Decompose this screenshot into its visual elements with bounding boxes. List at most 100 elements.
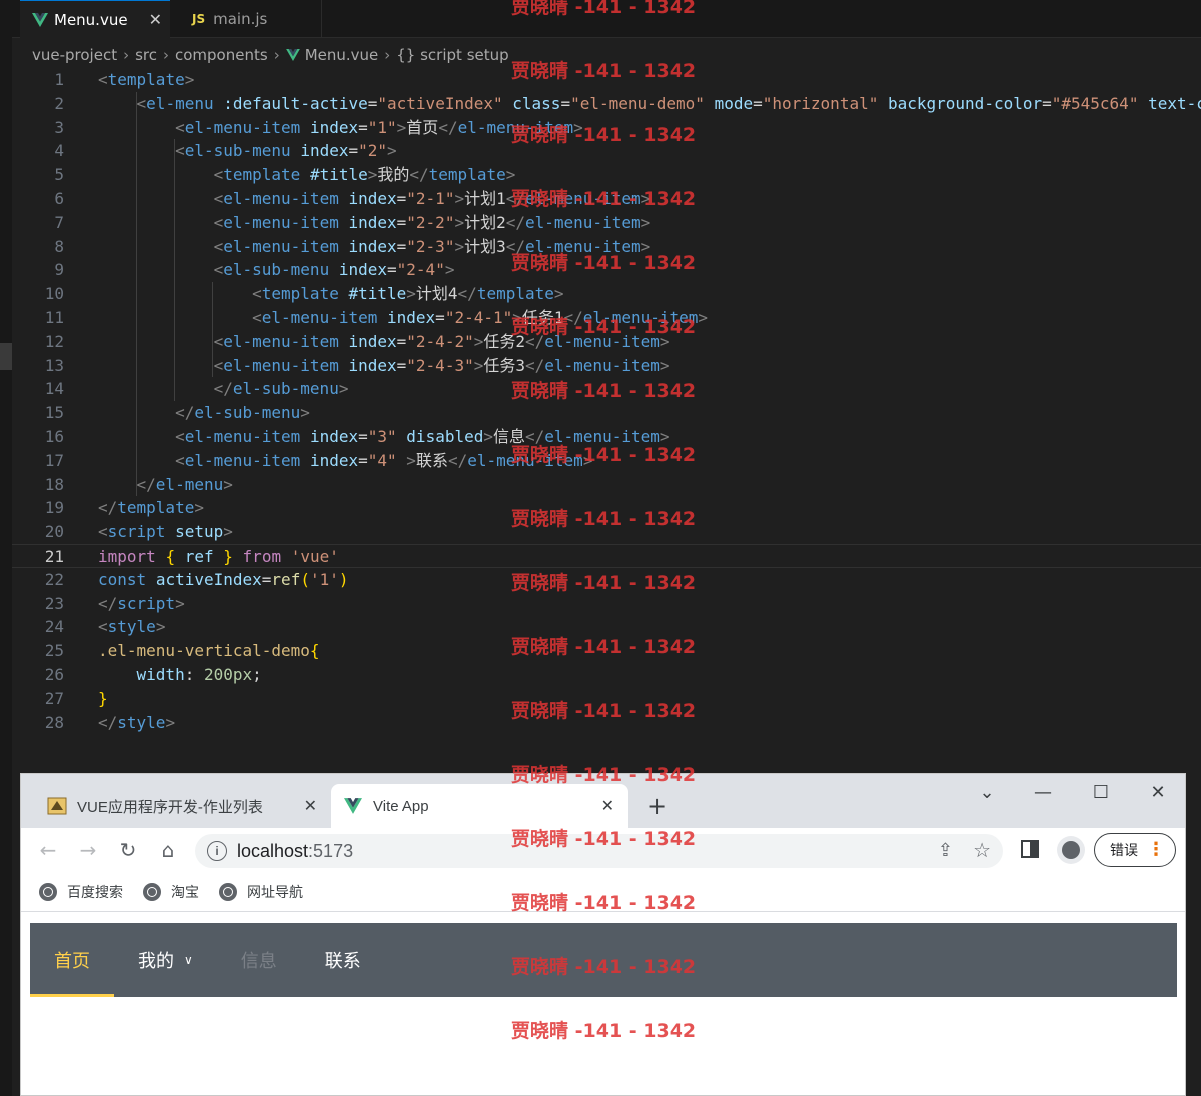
scroll-marker [0,343,12,370]
code-line[interactable]: 27} [12,687,1201,711]
minimize-icon[interactable]: — [1023,782,1063,803]
code-line[interactable]: 22 const activeIndex=ref('1') [12,568,1201,592]
url-host: localhost [237,840,309,861]
code-line[interactable]: 24 <style> [12,615,1201,639]
code-token: </ [213,379,233,399]
code-token: el-menu-item [525,189,641,208]
code-line[interactable]: 13 <el-menu-item index="2-4-3">任务3</el-m… [12,354,1201,378]
line-number: 7 [54,212,64,232]
line-text: <el-menu-item index="4" >联系</el-menu-ite… [98,449,592,473]
code-line[interactable]: 25 .el-menu-vertical-demo{ [12,639,1201,663]
tab-label: main.js [213,10,268,28]
code-line[interactable]: 26 width: 200px; [12,663,1201,687]
forward-arrow-icon[interactable]: → [73,836,103,864]
menu-item-home[interactable]: 首页 [30,923,114,997]
code-token: index [309,427,359,446]
code-line[interactable]: 17 <el-menu-item index="4" >联系</el-menu-… [12,449,1201,473]
profile-avatar-icon[interactable] [1057,836,1085,864]
code-line[interactable]: 8 <el-menu-item index="2-3">计划3</el-menu… [12,235,1201,259]
error-button[interactable]: 错误 ⋮ [1094,833,1176,867]
code-line[interactable]: 5 <template #title>我的</template> [12,163,1201,187]
breadcrumb-item[interactable]: vue-project [32,46,117,64]
breadcrumb-item[interactable]: src [135,46,157,64]
code-line[interactable]: 23 </script> [12,592,1201,616]
bookmark-baidu[interactable]: 百度搜索 [39,882,123,902]
side-panel-icon[interactable] [1021,840,1039,858]
code-token: ref [184,547,214,566]
chevron-right-icon: › [384,46,391,64]
code-line[interactable]: 6 <el-menu-item index="2-1">计划1</el-menu… [12,187,1201,211]
new-tab-plus-icon[interactable]: + [647,792,667,820]
code-line[interactable]: 20 <script setup> [12,520,1201,544]
home-icon[interactable]: ⌂ [153,836,183,864]
chevron-right-icon: › [163,46,169,64]
close-icon[interactable]: ✕ [601,796,614,816]
tab-search-chevron-icon[interactable]: ⌄ [967,782,1007,803]
breadcrumb-item[interactable]: Menu.vue [305,46,379,64]
code-token: el-menu-item [525,212,641,232]
browser-window: VUE应用程序开发-作业列表 ✕ Vite App ✕ + ⌄ — ☐ ✕ ← … [20,773,1186,1096]
code-token: "2-2" [406,212,455,232]
code-token: > [194,498,204,518]
more-menu-icon[interactable]: ⋮ [1147,841,1165,859]
code-line[interactable]: 19 </template> [12,496,1201,520]
code-token: template [261,284,339,304]
code-token: el-sub-menu [223,260,330,280]
code-token: : [184,665,204,684]
close-icon[interactable]: ✕ [304,796,317,816]
code-line[interactable]: 12 <el-menu-item index="2-4-2">任务2</el-m… [12,330,1201,354]
code-token: el-menu [155,474,224,494]
breadcrumb-item[interactable]: components [175,46,268,64]
code-token: "2-1" [406,189,455,208]
code-line[interactable]: 3 <el-menu-item index="1">首页</el-menu-it… [12,116,1201,140]
code-token: > [454,189,465,208]
code-line[interactable]: 9 <el-sub-menu index="2-4"> [12,258,1201,282]
site-info-icon[interactable]: i [207,841,227,861]
code-token: } [98,688,108,708]
code-line[interactable]: 18 </el-menu> [12,473,1201,497]
code-line[interactable]: 2 <el-menu :default-active="activeIndex"… [12,92,1201,116]
code-token: </ [505,212,525,232]
share-icon[interactable]: ⇪ [938,840,953,861]
bookmark-star-icon[interactable]: ☆ [973,838,991,863]
breadcrumb-item[interactable]: {} script setup [396,46,508,64]
code-line[interactable]: 1 <template> [12,68,1201,92]
browser-tab-homework[interactable]: VUE应用程序开发-作业列表 ✕ [35,784,331,828]
code-area[interactable]: 1 <template> 2 <el-menu :default-active="a… [12,68,1201,744]
line-text: <template #title>我的</template> [98,163,516,187]
code-line[interactable]: 28 </style> [12,711,1201,735]
code-line[interactable]: 11 <el-menu-item index="2-4-1">任务1</el-m… [12,306,1201,330]
reload-icon[interactable]: ↻ [113,836,143,864]
line-text: <el-menu-item index="3" disabled>信息</el-… [98,425,669,449]
code-line[interactable]: 14 </el-sub-menu> [12,377,1201,401]
tab-main-js[interactable]: JS main.js [172,0,322,38]
line-text: .el-menu-vertical-demo{ [98,639,320,663]
code-line[interactable]: 7 <el-menu-item index="2-2">计划2</el-menu… [12,211,1201,235]
maximize-icon[interactable]: ☐ [1081,782,1121,803]
code-line[interactable]: 21 import { ref } from 'vue' [12,544,1201,568]
back-arrow-icon[interactable]: ← [33,836,63,864]
submenu-mine[interactable]: 我的 ∨ [114,923,217,997]
code-token: setup [175,522,224,542]
bookmark-taobao[interactable]: 淘宝 [143,882,199,902]
code-line[interactable]: 10 <template #title>计划4</template> [12,282,1201,306]
menu-item-contact[interactable]: 联系 [301,923,385,997]
bookmark-nav[interactable]: 网址导航 [219,882,303,902]
bookmark-label: 网址导航 [247,884,303,901]
tab-menu-vue[interactable]: Menu.vue ✕ [20,0,170,38]
line-text: width: 200px; [98,663,262,687]
address-bar[interactable]: i localhost:5173 ⇪ ☆ [195,834,1003,868]
code-line[interactable]: 15 </el-sub-menu> [12,401,1201,425]
browser-tab-vite[interactable]: Vite App ✕ [331,784,628,828]
code-line[interactable]: 4 <el-sub-menu index="2"> [12,139,1201,163]
code-token: el-sub-menu [194,403,301,423]
chevron-right-icon: › [123,46,130,64]
code-line[interactable]: 16 <el-menu-item index="3" disabled>信息</… [12,425,1201,449]
code-token: } [223,547,233,566]
close-icon[interactable]: ✕ [149,10,162,29]
window-close-icon[interactable]: ✕ [1138,782,1178,803]
